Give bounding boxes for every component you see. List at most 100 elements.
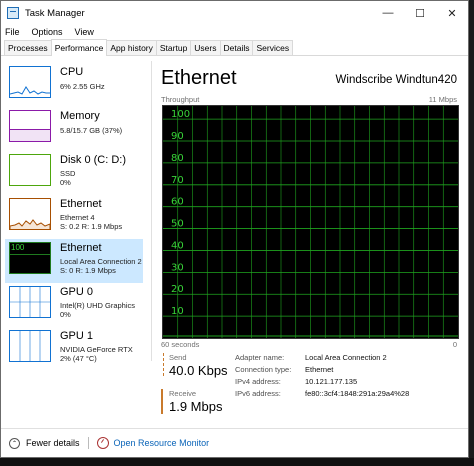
resource-list: CPU 6% 2.55 GHz Memory 5.8/15.7 GB (37%)… [5, 61, 143, 363]
resource-detail: 2% (47 °C) [60, 354, 97, 363]
info-row: Adapter name: Local Area Connection 2 [235, 353, 409, 365]
window-title: Task Manager [25, 7, 85, 19]
gpu0-thumbnail-graph [9, 286, 51, 318]
info-key: IPv6 address: [235, 389, 281, 398]
y-tick-label: 60 [171, 197, 184, 208]
info-key: Connection type: [235, 365, 292, 374]
task-manager-window: Task Manager — ☐ ✕ File Options View Pro… [0, 0, 469, 458]
disk-thumbnail-graph [9, 154, 51, 186]
open-resource-monitor-link[interactable]: Open Resource Monitor [114, 438, 210, 448]
resource-name: GPU 0 [60, 286, 94, 298]
title-bar[interactable]: Task Manager — ☐ ✕ [1, 1, 468, 25]
receive-label: Receive [169, 389, 197, 398]
stats-area: Send 40.0 Kbps Receive 1.9 Mbps Adapter … [159, 353, 459, 423]
throughput-label: Throughput [161, 95, 200, 104]
tab-performance[interactable]: Performance [50, 39, 108, 56]
resource-detail: S: 0.2 R: 1.9 Mbps [60, 222, 123, 231]
tab-app-history[interactable]: App history [106, 40, 157, 55]
resource-name: CPU [60, 66, 84, 78]
y-tick-label: 40 [171, 240, 184, 251]
tab-processes[interactable]: Processes [4, 40, 52, 55]
info-key: Adapter name: [235, 353, 285, 362]
resource-detail: 0% [60, 310, 71, 319]
tab-services[interactable]: Services [252, 40, 294, 55]
task-manager-icon [7, 7, 19, 19]
menu-view[interactable]: View [75, 27, 94, 37]
resource-detail: 5.8/15.7 GB (37%) [60, 126, 123, 135]
resource-detail: NVIDIA GeForce RTX [60, 345, 133, 354]
y-tick-label: 90 [171, 131, 184, 142]
detail-title: Ethernet [161, 67, 237, 89]
resource-detail: SSD [60, 169, 76, 178]
y-tick-label: 20 [171, 284, 184, 295]
memory-thumbnail-graph [9, 110, 51, 142]
menu-bar: File Options View [1, 25, 468, 39]
close-button[interactable]: ✕ [436, 1, 468, 25]
resource-name: Ethernet [60, 198, 102, 210]
panel-divider[interactable] [151, 61, 152, 361]
menu-options[interactable]: Options [32, 27, 63, 37]
cpu-thumbnail-graph [9, 66, 51, 98]
send-value: 40.0 Kbps [169, 363, 228, 378]
resource-name: Ethernet [60, 242, 102, 254]
footer-bar: ⌃ Fewer details Open Resource Monitor [1, 428, 468, 457]
resource-name: Disk 0 (C: D:) [60, 154, 126, 166]
resource-detail: 0% [60, 178, 71, 187]
y-tick-label: 70 [171, 175, 184, 186]
info-value: Ethernet [305, 365, 334, 374]
ethernet-selected-thumbnail-graph: 100 [9, 242, 51, 274]
y-tick-label: 30 [171, 262, 184, 273]
zero-label: 0 [452, 340, 457, 349]
adapter-name-heading: Windscribe Windtun420 [335, 74, 457, 86]
info-value: Local Area Connection 2 [305, 353, 387, 362]
y-tick-label: 50 [171, 219, 184, 230]
resource-item-memory[interactable]: Memory 5.8/15.7 GB (37%) [5, 107, 143, 151]
y-tick-label: 10 [171, 306, 184, 317]
y-tick-label: 100 [171, 109, 190, 120]
resource-detail: S: 0 R: 1.9 Mbps [60, 266, 116, 275]
resource-item-disk[interactable]: Disk 0 (C: D:) SSD 0% [5, 151, 143, 195]
receive-value: 1.9 Mbps [169, 399, 223, 414]
minimize-button[interactable]: — [372, 1, 404, 25]
resource-item-gpu-0[interactable]: GPU 0 Intel(R) UHD Graphics 0% [5, 283, 143, 327]
time-span-label: 60 seconds [161, 340, 200, 349]
adapter-info: Adapter name: Local Area Connection 2 Con… [235, 353, 409, 401]
menu-file[interactable]: File [5, 27, 20, 37]
resource-item-gpu-1[interactable]: GPU 1 NVIDIA GeForce RTX 2% (47 °C) [5, 327, 143, 371]
tab-details[interactable]: Details [219, 40, 254, 55]
resource-name: Memory [60, 110, 100, 122]
info-value: 10.121.177.135 [305, 377, 358, 386]
footer-divider [87, 437, 89, 449]
chevron-up-icon[interactable]: ⌃ [9, 437, 20, 449]
resource-monitor-icon [96, 437, 109, 449]
max-scale-label: 11 Mbps [428, 95, 457, 104]
resource-detail: 6% 2.55 GHz [60, 82, 105, 91]
resource-name: GPU 1 [60, 330, 94, 342]
receive-stat: Receive 1.9 Mbps [161, 389, 239, 414]
info-value: fe80::3cf4:1848:291a:29a4%28 [305, 389, 410, 398]
tab-startup[interactable]: Startup [155, 40, 192, 55]
resource-item-ethernet-4[interactable]: Ethernet Ethernet 4 S: 0.2 R: 1.9 Mbps [5, 195, 143, 239]
info-row: IPv4 address: 10.121.177.135 [235, 377, 409, 389]
throughput-graph: 100 90 80 70 60 50 40 30 20 10 [162, 105, 459, 339]
resource-item-ethernet-selected[interactable]: 100 Ethernet Local Area Connection 2 S: … [5, 239, 143, 283]
tab-users[interactable]: Users [190, 40, 221, 55]
info-row: IPv6 address: fe80::3cf4:1848:291a:29a4%2… [235, 389, 409, 401]
y-tick-label: 80 [171, 153, 184, 164]
ethernet-thumbnail-graph [9, 198, 51, 230]
throughput-graph-svg: 100 90 80 70 60 50 40 30 20 10 [163, 106, 458, 338]
gpu1-thumbnail-graph [9, 330, 51, 362]
tab-strip: Processes Performance App history Startu… [1, 39, 468, 56]
taskbar-strip [0, 458, 474, 466]
resource-detail: Intel(R) UHD Graphics [60, 301, 136, 310]
info-row: Connection type: Ethernet [235, 365, 409, 377]
thumbnail-scale-label: 100 [11, 243, 25, 252]
detail-panel: Ethernet Windscribe Windtun420 Throughpu… [159, 61, 459, 361]
info-key: IPv4 address: [235, 377, 281, 386]
resource-item-cpu[interactable]: CPU 6% 2.55 GHz [5, 63, 143, 107]
maximize-button[interactable]: ☐ [404, 1, 436, 25]
resource-detail: Ethernet 4 [60, 213, 95, 222]
fewer-details-link[interactable]: Fewer details [26, 438, 80, 448]
send-label: Send [169, 353, 187, 362]
send-stat: Send 40.0 Kbps [161, 353, 239, 378]
